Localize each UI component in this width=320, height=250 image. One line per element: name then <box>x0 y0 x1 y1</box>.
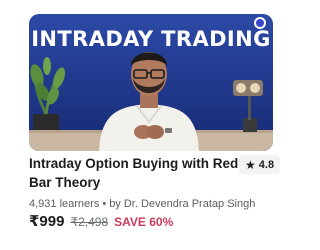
course-card[interactable]: INTRADAY TRADING Intraday Option Buying … <box>0 0 300 250</box>
discount-label: SAVE 60% <box>114 215 174 229</box>
meta-separator: • <box>102 198 107 210</box>
price-row: ₹999 ₹2,498 SAVE 60% <box>29 212 173 232</box>
star-icon: ★ <box>245 157 256 172</box>
thumbnail-headline: INTRADAY TRADING <box>31 27 271 51</box>
plant-illustration <box>30 57 66 134</box>
original-price: ₹2,498 <box>70 215 109 229</box>
rating-badge: ★ 4.8 <box>239 155 281 174</box>
course-title[interactable]: Intraday Option Buying with Red Bar Theo… <box>29 154 239 192</box>
lamp-illustration <box>233 80 263 132</box>
course-meta: 4,931 learners • by Dr. Devendra Pratap Si… <box>29 198 255 210</box>
course-thumbnail[interactable]: INTRADAY TRADING <box>29 14 273 151</box>
learner-count: 4,931 learners <box>29 198 100 210</box>
presenter-illustration <box>99 52 199 151</box>
brand-logo-icon <box>254 17 266 29</box>
current-price: ₹999 <box>29 213 65 230</box>
rating-value: 4.8 <box>258 158 275 171</box>
instructor-name: by Dr. Devendra Pratap Singh <box>109 198 256 210</box>
